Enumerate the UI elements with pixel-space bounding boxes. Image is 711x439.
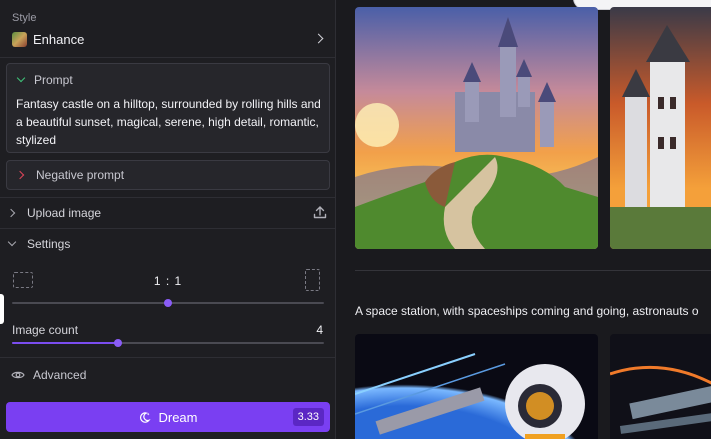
divider [0, 197, 336, 198]
chevron-down-icon [8, 240, 17, 249]
castle-image-1[interactable] [355, 7, 598, 249]
aspect-ratio-slider-fill [12, 302, 168, 304]
cost-badge: 3.33 [292, 408, 324, 426]
aspect-portrait-icon[interactable] [305, 269, 320, 291]
space-station-image-2[interactable] [610, 334, 711, 439]
generation-sidebar: Style Enhance Prompt Fantasy castle on a… [0, 0, 336, 439]
aspect-ratio-slider-thumb[interactable] [164, 299, 172, 307]
image-count-slider-thumb[interactable] [114, 339, 123, 347]
image-count-label: Image count [12, 323, 79, 337]
negative-prompt-toggle[interactable]: Negative prompt [6, 160, 330, 190]
style-thumbnail-icon [12, 31, 27, 47]
prompt-panel: Prompt Fantasy castle on a hilltop, surr… [6, 63, 330, 153]
chevron-right-icon [314, 34, 324, 44]
eye-icon [11, 371, 25, 379]
divider [0, 228, 336, 229]
prompt-label: Prompt [34, 73, 73, 87]
dream-button[interactable]: Dream 3.33 [6, 402, 330, 432]
style-caption: Style [12, 12, 37, 24]
divider [0, 357, 336, 358]
settings-label: Settings [27, 237, 71, 251]
style-name: Enhance [33, 31, 85, 47]
gallery-divider [355, 270, 711, 271]
moon-sparkle-icon [140, 411, 152, 423]
style-selector[interactable]: Style Enhance [0, 0, 336, 58]
style-row[interactable]: Enhance [12, 30, 324, 48]
chevron-right-icon [8, 209, 17, 218]
image-count-slider[interactable] [12, 339, 324, 347]
settings-header[interactable]: Settings [0, 236, 336, 252]
image-count-slider-fill [12, 342, 119, 344]
aspect-ratio-value: 1 : 1 [153, 274, 183, 288]
prompt-textarea[interactable]: Fantasy castle on a hilltop, surrounded … [16, 95, 322, 149]
chevron-right-icon [17, 171, 25, 179]
aspect-ratio-slider[interactable] [12, 299, 324, 307]
dream-label: Dream [158, 409, 198, 425]
edge-handle[interactable] [0, 294, 4, 324]
castle-image-2[interactable] [610, 7, 711, 249]
image-gallery: A space station, with spaceships coming … [337, 0, 711, 439]
advanced-label: Advanced [33, 368, 87, 382]
prompt-header[interactable]: Prompt [17, 73, 73, 87]
image-count-value: 4 [316, 323, 323, 337]
negative-prompt-label: Negative prompt [36, 168, 125, 182]
upload-icon[interactable] [313, 205, 327, 219]
upload-image-label: Upload image [27, 206, 102, 220]
space-station-image-1[interactable] [355, 334, 598, 439]
upload-image-row[interactable]: Upload image [0, 205, 336, 221]
second-prompt-caption: A space station, with spaceships coming … [355, 304, 699, 318]
chevron-down-icon [17, 76, 25, 84]
advanced-toggle[interactable]: Advanced [11, 368, 86, 382]
